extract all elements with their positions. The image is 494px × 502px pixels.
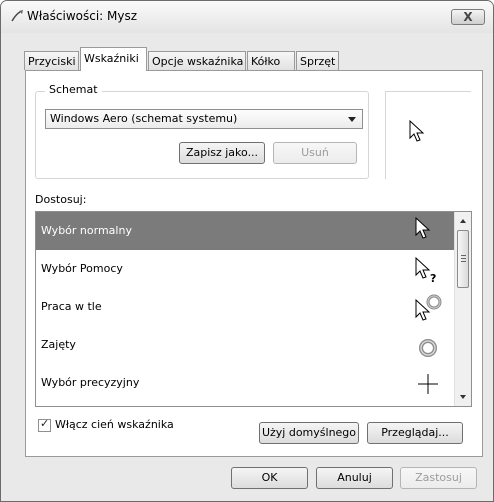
tab-pointers[interactable]: Wskaźniki [80, 47, 147, 71]
tab-wheel[interactable]: Kółko [247, 51, 295, 70]
list-item-label: Zajęty [41, 338, 76, 351]
use-default-button[interactable]: Użyj domyślnego [259, 422, 359, 444]
cancel-button[interactable]: Anuluj [316, 467, 393, 489]
close-icon: X [463, 10, 473, 24]
close-button[interactable]: X [451, 9, 485, 25]
grip-line [461, 261, 466, 262]
title-bar[interactable]: Właściwości: Mysz X [1, 1, 493, 33]
list-item-label: Wybór precyzyjny [41, 376, 140, 389]
help-pointer-icon: ? [415, 256, 436, 285]
busy-ring-icon [419, 339, 437, 357]
pointer-preview [385, 91, 471, 179]
tab-buttons[interactable]: Przyciski [24, 51, 79, 70]
mouse-properties-window: Właściwości: Mysz X Przyciski Wskaźniki … [0, 0, 494, 502]
svg-text:?: ? [430, 272, 436, 285]
scheme-group [35, 91, 369, 179]
browse-button[interactable]: Przeglądaj... [367, 422, 463, 444]
tab-hardware[interactable]: Sprzęt [296, 51, 339, 70]
list-item[interactable]: Wybór precyzyjny [36, 364, 454, 402]
arrow-pointer-icon [415, 216, 431, 239]
grip-line [461, 258, 466, 259]
save-as-button[interactable]: Zapisz jako... [179, 142, 265, 164]
window-title: Właściwości: Mysz [27, 9, 138, 23]
pointer-list[interactable]: Wybór normalny Wybór Pomocy ? Praca w tl… [35, 211, 472, 407]
scroll-up-button[interactable] [455, 212, 471, 229]
working-in-background-icon [415, 294, 442, 321]
arrow-down-icon [460, 395, 466, 399]
tab-pointer-options[interactable]: Opcje wskaźnika [148, 51, 246, 70]
arrow-up-icon [460, 219, 466, 223]
scroll-down-button[interactable] [455, 389, 471, 406]
list-item[interactable]: Zajęty [36, 326, 454, 364]
list-item[interactable]: Praca w tle [36, 288, 454, 326]
scroll-thumb[interactable] [457, 230, 469, 288]
chevron-down-icon [348, 117, 356, 122]
list-scrollbar[interactable] [454, 212, 471, 406]
list-item-label: Wybór Pomocy [41, 262, 123, 275]
crosshair-icon [418, 374, 438, 394]
grip-line [461, 255, 466, 256]
arrow-pointer-icon [409, 120, 425, 142]
checkmark-icon: ✓ [40, 417, 50, 430]
mouse-app-icon [11, 10, 23, 22]
scheme-dropdown[interactable]: Windows Aero (schemat systemu) [45, 109, 363, 129]
list-item[interactable]: Wybór Pomocy ? [36, 250, 454, 288]
ok-button[interactable]: OK [231, 467, 308, 489]
delete-scheme-button[interactable]: Usuń [273, 142, 357, 164]
list-item[interactable]: Wybór normalny [36, 212, 454, 250]
apply-button[interactable]: Zastosuj [400, 467, 477, 489]
scheme-group-label: Schemat [45, 83, 102, 96]
shadow-checkbox[interactable]: ✓ [38, 417, 51, 432]
scheme-dropdown-value: Windows Aero (schemat systemu) [50, 112, 238, 125]
list-item-label: Wybór normalny [41, 224, 132, 237]
shadow-checkbox-label[interactable]: Włącz cień wskaźnika [55, 418, 174, 431]
customize-label: Dostosuj: [35, 193, 87, 206]
list-item-label: Praca w tle [41, 300, 102, 313]
